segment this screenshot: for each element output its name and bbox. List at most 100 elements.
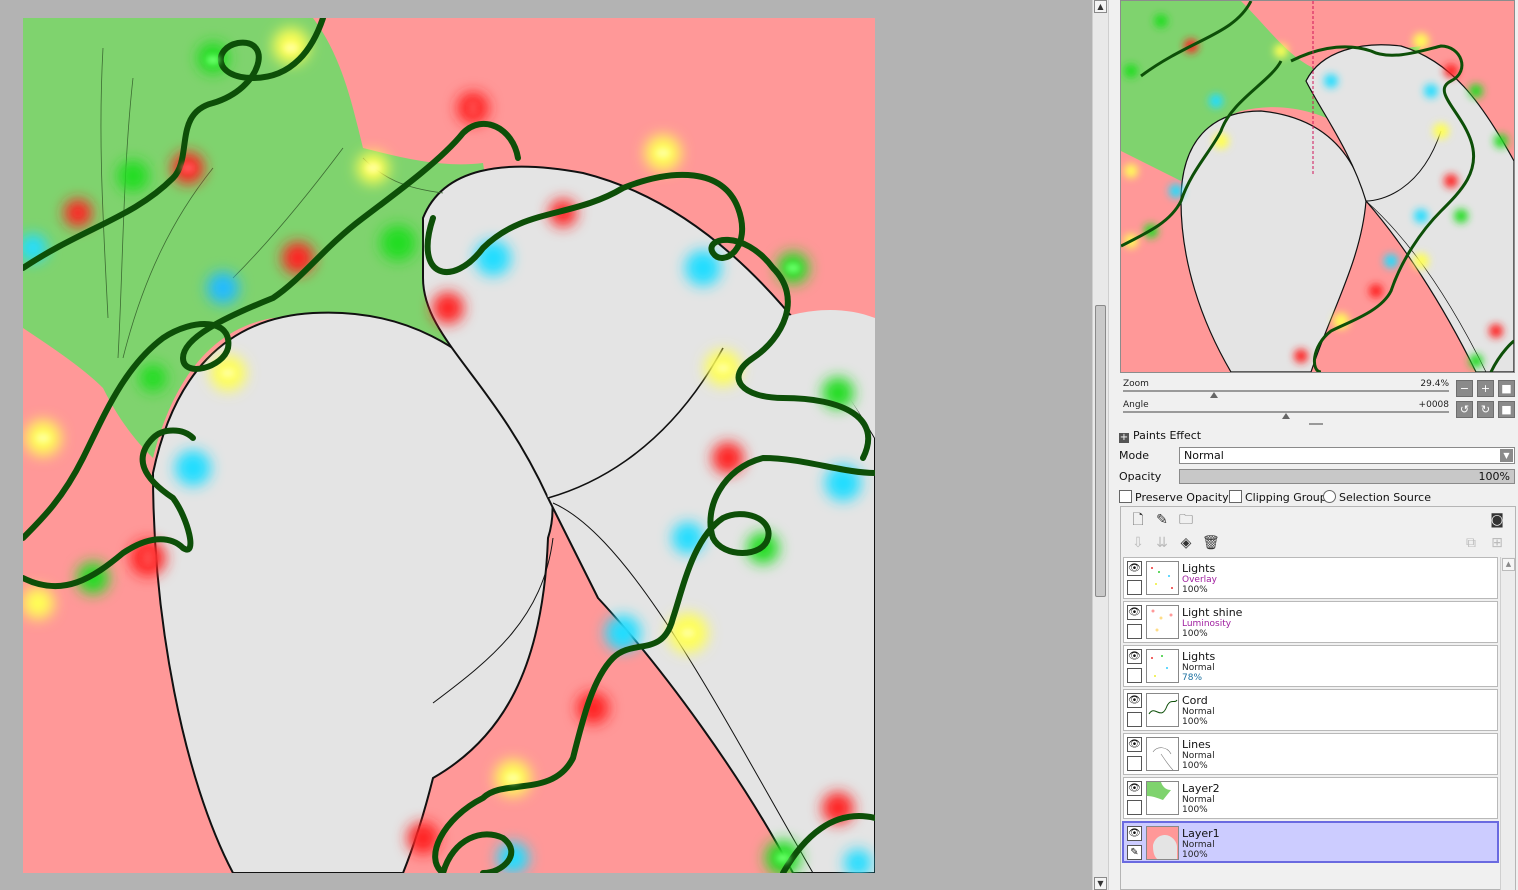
layer-blend-mode: Overlay bbox=[1182, 575, 1217, 585]
paints-effect-title: Paints Effect bbox=[1133, 429, 1202, 442]
opacity-value: 100% bbox=[1478, 470, 1510, 483]
layer-thumbnail bbox=[1146, 649, 1179, 683]
layer-lock-box[interactable] bbox=[1127, 800, 1142, 815]
preserve-opacity-label: Preserve Opacity bbox=[1135, 491, 1229, 504]
rotate-left-button[interactable]: ↺ bbox=[1456, 401, 1473, 418]
layer-opacity: 100% bbox=[1182, 761, 1208, 771]
scroll-down-arrow-icon[interactable]: ▼ bbox=[1094, 877, 1107, 890]
add-mask-icon[interactable]: ⊞ bbox=[1489, 535, 1505, 551]
layer-lock-box[interactable] bbox=[1127, 712, 1142, 727]
new-layer-icon[interactable]: 🗋 bbox=[1130, 512, 1146, 528]
layer-scroll-up-icon[interactable]: ▲ bbox=[1502, 558, 1515, 571]
preserve-opacity-box[interactable] bbox=[1119, 490, 1132, 503]
layer-list-scrollbar[interactable]: ▲ bbox=[1500, 557, 1515, 890]
opacity-slider[interactable]: 100% bbox=[1179, 469, 1515, 484]
layer-mask-icon[interactable]: ◙ bbox=[1489, 512, 1505, 528]
preserve-opacity-checkbox[interactable]: Preserve Opacity bbox=[1119, 490, 1229, 504]
layer-thumbnail bbox=[1146, 561, 1179, 595]
chevron-down-icon[interactable]: ▼ bbox=[1500, 449, 1513, 462]
selection-source-circle[interactable] bbox=[1323, 490, 1336, 503]
new-folder-icon[interactable]: 🗀 bbox=[1178, 512, 1194, 528]
paints-effect-header[interactable]: + Paints Effect bbox=[1119, 429, 1201, 443]
clipping-group-checkbox[interactable]: Clipping Group bbox=[1229, 490, 1327, 504]
clipping-group-label: Clipping Group bbox=[1245, 491, 1327, 504]
layer-name: Cord bbox=[1182, 694, 1208, 707]
layer-blend-mode: Normal bbox=[1182, 707, 1215, 717]
layer-row-selected[interactable]: 👁 ✎ Layer1 Normal 100% bbox=[1122, 821, 1499, 863]
selection-source-radio[interactable]: Selection Source bbox=[1323, 490, 1431, 504]
layer-blend-mode: Normal bbox=[1182, 795, 1215, 805]
layer-name: Layer1 bbox=[1182, 827, 1220, 840]
layer-thumbnail bbox=[1146, 781, 1179, 815]
layer-blend-mode: Normal bbox=[1182, 663, 1215, 673]
layer-blend-mode: Luminosity bbox=[1182, 619, 1232, 629]
new-linework-layer-icon[interactable]: ✎ bbox=[1154, 512, 1170, 528]
canvas-workspace[interactable] bbox=[0, 0, 1092, 890]
clipping-group-box[interactable] bbox=[1229, 490, 1242, 503]
eye-icon[interactable]: 👁 bbox=[1127, 693, 1142, 708]
layer-lock-box[interactable] bbox=[1127, 756, 1142, 771]
layer-lock-box[interactable] bbox=[1127, 624, 1142, 639]
layer-row[interactable]: 👁 Lights Overlay 100% bbox=[1123, 557, 1498, 599]
zoom-out-button[interactable]: − bbox=[1456, 380, 1473, 397]
brush-icon[interactable]: ✎ bbox=[1127, 845, 1142, 860]
layer-name: Lines bbox=[1182, 738, 1211, 751]
layer-opacity: 78% bbox=[1182, 673, 1203, 683]
eye-icon[interactable]: 👁 bbox=[1127, 649, 1142, 664]
scroll-up-arrow-icon[interactable]: ▲ bbox=[1094, 0, 1107, 13]
layer-name: Light shine bbox=[1182, 606, 1243, 619]
selection-source-label: Selection Source bbox=[1339, 491, 1431, 504]
zoom-reset-button[interactable]: ■ bbox=[1498, 380, 1515, 397]
layer-lock-box[interactable] bbox=[1127, 580, 1142, 595]
clear-layer-icon[interactable]: ◈ bbox=[1178, 535, 1194, 551]
copy-layer-icon[interactable]: ⧉ bbox=[1463, 535, 1479, 551]
mode-label: Mode bbox=[1119, 449, 1149, 462]
artwork[interactable] bbox=[23, 18, 875, 873]
rotate-right-button[interactable]: ↻ bbox=[1477, 401, 1494, 418]
scrollbar-thumb[interactable] bbox=[1095, 305, 1106, 597]
layer-row[interactable]: 👁 Light shine Luminosity 100% bbox=[1123, 601, 1498, 643]
layer-thumbnail bbox=[1146, 693, 1179, 727]
eye-icon[interactable]: 👁 bbox=[1127, 605, 1142, 620]
blend-mode-value: Normal bbox=[1184, 449, 1224, 462]
trash-icon[interactable]: 🗑 bbox=[1202, 535, 1220, 551]
layer-thumbnail bbox=[1146, 737, 1179, 771]
canvas-vertical-scrollbar[interactable]: ▲ ▼ bbox=[1092, 0, 1109, 890]
blend-mode-select[interactable]: Normal ▼ bbox=[1179, 447, 1515, 464]
layer-blend-mode: Normal bbox=[1182, 840, 1215, 850]
layer-row[interactable]: 👁 Lines Normal 100% bbox=[1123, 733, 1498, 775]
expand-plus-icon[interactable]: + bbox=[1119, 433, 1129, 443]
layer-opacity: 100% bbox=[1182, 717, 1208, 727]
eye-icon[interactable]: 👁 bbox=[1127, 737, 1142, 752]
layer-row[interactable]: 👁 Layer2 Normal 100% bbox=[1123, 777, 1498, 819]
merge-down-icon[interactable]: ⇊ bbox=[1154, 535, 1170, 551]
rotate-reset-button[interactable]: ■ bbox=[1498, 401, 1515, 418]
layer-opacity: 100% bbox=[1182, 850, 1208, 860]
layer-lock-box[interactable] bbox=[1127, 668, 1142, 683]
zoom-slider[interactable]: Zoom 29.4% bbox=[1123, 379, 1449, 399]
layers-panel: 🗋 ✎ 🗀 ⇩ ⇊ ◈ 🗑 ◙ ⧉ ⊞ 👁 Lights Overlay 100… bbox=[1120, 506, 1516, 890]
transfer-down-icon[interactable]: ⇩ bbox=[1130, 535, 1146, 551]
zoom-knob[interactable] bbox=[1210, 392, 1218, 398]
zoom-track bbox=[1123, 390, 1449, 392]
eye-icon[interactable]: 👁 bbox=[1127, 781, 1142, 796]
angle-slider[interactable]: Angle +0008 bbox=[1123, 400, 1449, 420]
layer-thumbnail bbox=[1146, 605, 1179, 639]
opacity-label: Opacity bbox=[1119, 470, 1162, 483]
layer-name: Layer2 bbox=[1182, 782, 1220, 795]
layer-name: Lights bbox=[1182, 650, 1216, 663]
eye-icon[interactable]: 👁 bbox=[1127, 561, 1142, 576]
eye-icon[interactable]: 👁 bbox=[1127, 826, 1142, 841]
panel-splitter[interactable] bbox=[1309, 423, 1323, 425]
layer-row[interactable]: 👁 Lights Normal 78% bbox=[1123, 645, 1498, 687]
right-panel: Zoom 29.4% − + ■ Angle +0008 ↺ ↻ ■ + Pain… bbox=[1109, 0, 1518, 890]
layer-opacity: 100% bbox=[1182, 629, 1208, 639]
drawing-canvas[interactable] bbox=[23, 18, 875, 873]
navigator-preview[interactable] bbox=[1120, 0, 1515, 373]
zoom-label: Zoom bbox=[1123, 379, 1149, 389]
zoom-in-button[interactable]: + bbox=[1477, 380, 1494, 397]
angle-knob[interactable] bbox=[1282, 413, 1290, 419]
zoom-value: 29.4% bbox=[1420, 379, 1449, 389]
layer-row[interactable]: 👁 Cord Normal 100% bbox=[1123, 689, 1498, 731]
layer-opacity: 100% bbox=[1182, 585, 1208, 595]
